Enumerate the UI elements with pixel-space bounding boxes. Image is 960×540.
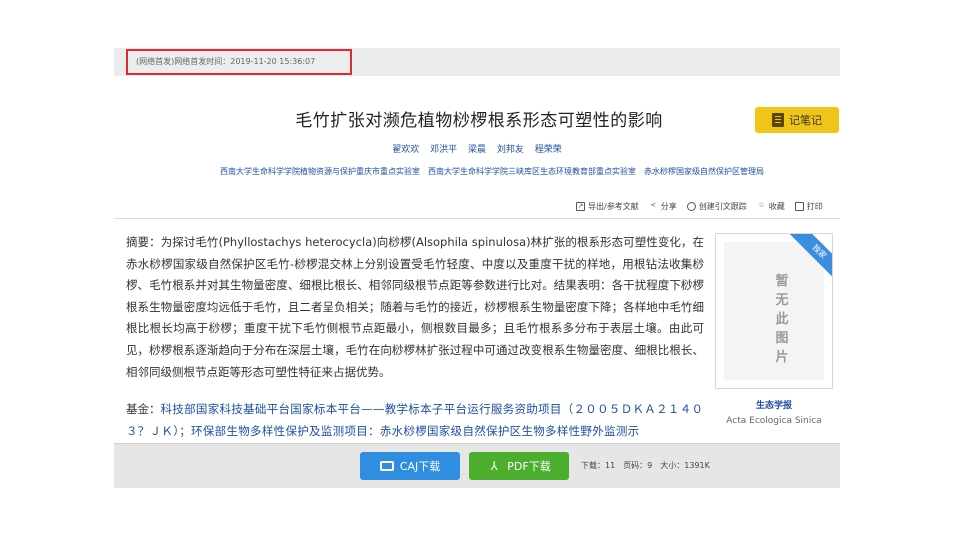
pdf-icon: ⅄	[490, 459, 498, 473]
author-link[interactable]: 邓洪平	[430, 145, 457, 155]
fund-text[interactable]: 科技部国家科技基础平台国家标本平台——教学标本子平台运行服务资助项目（２００５Ｄ…	[126, 402, 703, 438]
download-stats: 下载：11 页码：9 大小：1391K	[581, 461, 710, 470]
abstract-label: 摘要：	[126, 235, 161, 249]
article-title: 毛竹扩张对濒危植物桫椤根系形态可塑性的影响	[295, 111, 663, 131]
affiliations[interactable]: 西南大学生命科学学院植物资源与保护重庆市重点实验室 西南大学生命科学学院三峡库区…	[202, 165, 782, 178]
article-page: (网络首发)网络首发时间：2019-11-20 15:36:07 毛竹扩张对濒危…	[114, 48, 840, 488]
favorite-tool[interactable]: ☆ 收藏	[757, 201, 785, 212]
author-link[interactable]: 刘邦友	[497, 145, 524, 155]
star-icon: ☆	[758, 200, 765, 209]
author-link[interactable]: 梁晨	[468, 145, 486, 155]
notebook-icon	[772, 113, 784, 127]
author-link[interactable]: 翟欢欢	[392, 145, 419, 155]
fund-info: 基金：科技部国家科技基础平台国家标本平台——教学标本子平台运行服务资助项目（２０…	[126, 399, 704, 442]
share-tool[interactable]: < 分享	[649, 200, 676, 212]
note-button[interactable]: 记笔记	[755, 107, 839, 133]
article-toolbar: ↗ 导出/参考文献 < 分享 创建引文跟踪 ☆ 收藏 打印	[576, 199, 840, 213]
author-link[interactable]: 程荣荣	[535, 145, 562, 155]
journal-name-english: Acta Ecologica Sinica	[726, 416, 822, 426]
journal-name[interactable]: 生态学报	[715, 398, 833, 411]
cover-placeholder: 暂无此图片	[724, 242, 824, 380]
book-icon	[379, 461, 394, 471]
divider	[114, 218, 840, 219]
printer-icon	[794, 201, 804, 211]
caj-download-button[interactable]: CAJ下载	[360, 452, 460, 480]
cover-placeholder-text: 暂无此图片	[775, 274, 789, 365]
abstract-text: 为探讨毛竹(Phyllostachys heterocycla)向桫椤(Also…	[126, 235, 704, 379]
journal-cover[interactable]: 暂无此图片 独家	[715, 233, 833, 389]
print-tool[interactable]: 打印	[794, 201, 823, 212]
publish-info-bar: (网络首发)网络首发时间：2019-11-20 15:36:07	[114, 48, 840, 76]
export-icon: ↗	[576, 201, 585, 211]
export-tool[interactable]: ↗ 导出/参考文献	[576, 201, 639, 212]
share-icon: <	[650, 200, 657, 209]
pdf-download-button[interactable]: ⅄ PDF下载	[469, 452, 569, 480]
bell-icon	[686, 201, 696, 211]
fund-label: 基金：	[126, 402, 161, 416]
cite-tool[interactable]: 创建引文跟踪	[686, 201, 747, 212]
author-list: 翟欢欢 邓洪平 梁晨 刘邦友 程荣荣	[114, 142, 840, 155]
abstract: 摘要：为探讨毛竹(Phyllostachys heterocycla)向桫椤(A…	[126, 232, 704, 383]
download-bar: CAJ下载 ⅄ PDF下载 下载：11 页码：9 大小：1391K	[114, 443, 840, 488]
publish-info: (网络首发)网络首发时间：2019-11-20 15:36:07	[126, 49, 352, 75]
caj-download-label: CAJ下载	[399, 460, 441, 473]
pdf-download-label: PDF下载	[507, 460, 551, 473]
note-button-label: 记笔记	[789, 114, 822, 127]
